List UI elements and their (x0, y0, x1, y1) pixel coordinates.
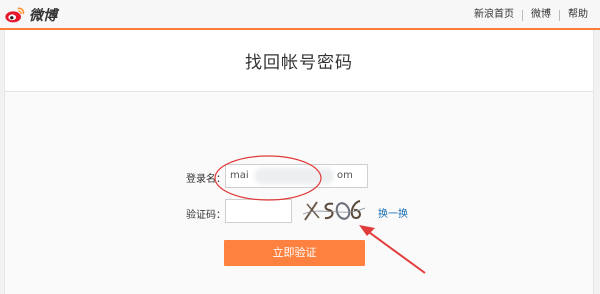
username-label: 登录名： (186, 174, 226, 185)
redaction-blur (254, 168, 334, 184)
weibo-link[interactable]: 微博 (523, 9, 559, 21)
page-title: 找回帐号密码 (245, 53, 353, 73)
top-navigation-bar: 微博 新浪首页 微博 帮助 (0, 0, 600, 30)
sina-home-link[interactable]: 新浪首页 (466, 9, 522, 21)
form-area: 登录名： mai om 验证码： 换一换 立即验证 (5, 92, 593, 294)
help-link[interactable]: 帮助 (560, 9, 596, 21)
weibo-logo[interactable]: 微博 (4, 4, 57, 26)
verify-now-button[interactable]: 立即验证 (224, 240, 365, 266)
weibo-eye-icon (5, 7, 25, 23)
card-header: 找回帐号密码 (5, 30, 593, 92)
username-field[interactable]: mai om (225, 164, 368, 188)
brand-name: 微博 (29, 8, 57, 24)
captcha-image[interactable] (303, 196, 365, 224)
recovery-card: 找回帐号密码 登录名： mai om 验证码： 换一换 立即验证 (4, 30, 594, 294)
refresh-captcha-link[interactable]: 换一换 (378, 205, 408, 220)
top-links: 新浪首页 微博 帮助 (466, 9, 596, 21)
captcha-label: 验证码： (186, 210, 226, 221)
username-end: om (337, 170, 353, 181)
username-start: mai (230, 170, 249, 181)
captcha-input[interactable] (225, 199, 292, 223)
